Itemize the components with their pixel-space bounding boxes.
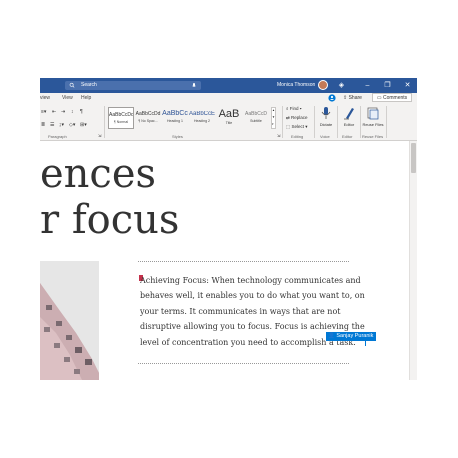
minimize-icon[interactable]: – — [362, 80, 373, 91]
paragraph-dialog-icon[interactable]: ⇲ — [98, 133, 101, 138]
justify-icon[interactable]: ☰ — [50, 122, 54, 128]
tab-help[interactable]: Help — [81, 93, 91, 103]
styles-dialog-icon[interactable]: ⇲ — [277, 133, 280, 138]
line-spacing-icon[interactable]: ↨▾ — [59, 122, 64, 128]
building-photo — [40, 261, 99, 380]
search-box[interactable]: Search — [65, 81, 201, 90]
divider-bottom — [138, 363, 349, 364]
scroll-thumb[interactable] — [411, 143, 416, 173]
group-label-reuse-files: Reuse Files — [362, 134, 384, 139]
find-button[interactable]: ⌕ Find ▾ — [286, 106, 302, 111]
style-no-spacing[interactable]: AaBbCcDd ¶ No Spac... — [135, 107, 161, 129]
styles-gallery-scroller[interactable]: ▲ ▼ ▾ — [271, 107, 276, 129]
collaborator-flag: 👤 Sanjay Puranik — [326, 332, 377, 341]
sort-icon[interactable]: ↕ — [71, 109, 74, 115]
reuse-files-button[interactable]: Reuse Files — [361, 106, 385, 134]
paragraph-mark-icon[interactable]: ¶ — [80, 109, 83, 115]
search-placeholder: Search — [81, 82, 97, 88]
chevron-down-icon[interactable]: ▼ — [272, 115, 275, 119]
replace-button[interactable]: ⇄ Replace — [286, 115, 308, 121]
restore-icon[interactable]: ❐ — [382, 80, 393, 91]
style-normal[interactable]: AaBbCcDd ¶ Normal — [108, 107, 134, 129]
user-name: Monica Thomson — [277, 82, 316, 88]
group-label-paragraph: Paragraph — [48, 134, 67, 139]
style-heading-2[interactable]: AaBbCcE Heading 2 — [189, 107, 215, 129]
indent-increase-icon[interactable]: ⇥ — [61, 109, 65, 115]
divider — [386, 106, 387, 138]
group-label-editor: Editor — [342, 134, 353, 139]
editor-pen-icon — [344, 108, 354, 120]
coauthor-icon[interactable] — [328, 94, 336, 102]
microphone-icon — [321, 107, 331, 119]
group-label-editing: Editing — [291, 134, 304, 139]
heading-line-2: r focus — [40, 197, 180, 243]
divider-top — [138, 261, 349, 262]
style-subtitle[interactable]: AaBbCcD Subtitle — [243, 107, 269, 129]
group-label-styles: Styles — [172, 134, 183, 139]
tab-review[interactable]: view — [40, 93, 50, 103]
diamond-icon[interactable]: ◈ — [336, 80, 347, 91]
indent-decrease-icon[interactable]: ⇤ — [52, 109, 56, 115]
dictate-button[interactable]: Dictate — [315, 106, 337, 134]
heading-line-1: ences — [40, 151, 157, 197]
divider — [282, 106, 283, 138]
ribbon-tabs: view View Help ⇪ Share ▭ Comments — [40, 93, 417, 103]
style-heading-1[interactable]: AaBbCc Heading 1 — [162, 107, 188, 129]
divider — [104, 106, 105, 138]
microphone-icon[interactable] — [191, 81, 197, 90]
vertical-scrollbar[interactable] — [409, 141, 417, 380]
select-button[interactable]: ⬚ Select ▾ — [286, 124, 308, 130]
avatar[interactable] — [318, 80, 328, 90]
align-right-icon[interactable]: ≣ — [41, 122, 45, 128]
chevron-up-icon[interactable]: ▲ — [272, 108, 275, 112]
editor-button[interactable]: Editor — [338, 106, 360, 134]
title-bar: Search Monica Thomson ◈ – ❐ ✕ — [40, 78, 417, 93]
shading-icon[interactable]: ◇▾ — [69, 122, 75, 128]
share-button[interactable]: ⇪ Share — [343, 94, 362, 102]
search-icon — [69, 82, 75, 88]
comments-button[interactable]: ▭ Comments — [372, 93, 412, 102]
ribbon: ≡▾ ⇤ ⇥ ↕ ¶ ≣ ☰ ↨▾ ◇▾ ⊞▾ Paragraph ⇲ AaBb… — [40, 103, 417, 141]
close-icon[interactable]: ✕ — [402, 80, 413, 91]
borders-icon[interactable]: ⊞▾ — [80, 122, 87, 128]
more-styles-icon[interactable]: ▾ — [272, 122, 274, 126]
reuse-files-icon — [367, 107, 379, 120]
tab-view[interactable]: View — [62, 93, 73, 103]
group-label-voice: Voice — [320, 134, 330, 139]
numbering-icon[interactable]: ≡▾ — [41, 109, 46, 115]
style-title[interactable]: AaB Title — [216, 107, 242, 129]
